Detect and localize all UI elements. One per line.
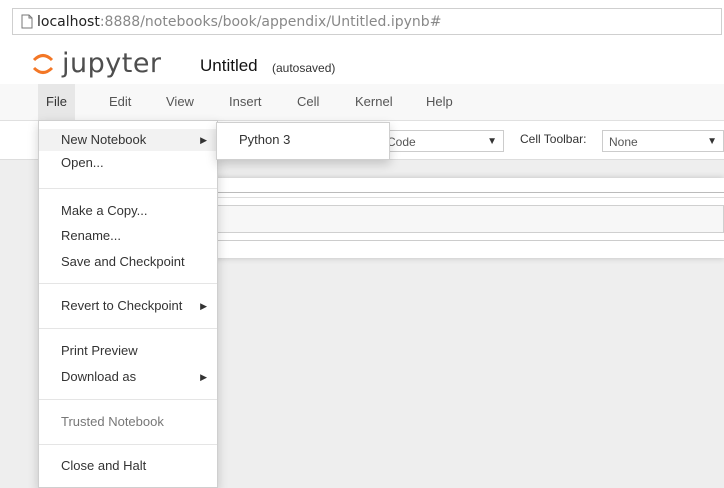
cell-toolbar-label: Cell Toolbar: bbox=[520, 132, 587, 146]
menubar: File Edit View Insert Cell Kernel Help bbox=[0, 84, 724, 121]
caret-down-icon: ▼ bbox=[707, 136, 717, 147]
browser-address-bar: localhost:8888/notebooks/book/appendix/U… bbox=[0, 0, 724, 44]
menu-item-close-halt[interactable]: Close and Halt bbox=[39, 455, 217, 477]
menu-item-label: New Notebook bbox=[61, 132, 147, 147]
menu-item-save-checkpoint[interactable]: Save and Checkpoint bbox=[39, 251, 217, 273]
menu-item-label: Print Preview bbox=[61, 343, 138, 358]
menu-item-label: Make a Copy... bbox=[61, 203, 148, 218]
jupyter-logo[interactable]: jupyter bbox=[32, 48, 162, 79]
menu-edit[interactable]: Edit bbox=[101, 84, 139, 120]
menu-item-print-preview[interactable]: Print Preview bbox=[39, 340, 217, 362]
submenu-item-label: Python 3 bbox=[239, 132, 291, 147]
menu-item-open[interactable]: Open... bbox=[39, 152, 217, 174]
chevron-right-icon: ▶ bbox=[200, 301, 207, 311]
menu-item-label: Revert to Checkpoint bbox=[61, 298, 183, 313]
menu-insert[interactable]: Insert bbox=[221, 84, 270, 120]
submenu-item-python3[interactable]: Python 3 bbox=[217, 129, 389, 151]
menu-item-new-notebook[interactable]: New Notebook ▶ bbox=[39, 129, 217, 151]
divider bbox=[200, 240, 724, 241]
menu-file[interactable]: File bbox=[38, 84, 75, 120]
menu-item-label: Download as bbox=[61, 369, 137, 384]
menu-kernel[interactable]: Kernel bbox=[347, 84, 401, 120]
url-field[interactable]: localhost:8888/notebooks/book/appendix/U… bbox=[12, 8, 722, 35]
new-notebook-submenu: Python 3 bbox=[216, 122, 390, 160]
jupyter-logo-icon bbox=[32, 53, 54, 74]
menu-item-download-as[interactable]: Download as ▶ bbox=[39, 366, 217, 388]
cell-type-select[interactable]: Code ▼ bbox=[380, 130, 504, 152]
code-cell[interactable] bbox=[200, 205, 724, 233]
autosave-status: (autosaved) bbox=[272, 61, 336, 75]
chevron-right-icon: ▶ bbox=[200, 135, 207, 145]
menu-divider bbox=[39, 188, 217, 189]
menu-help[interactable]: Help bbox=[418, 84, 461, 120]
notebook-title[interactable]: Untitled bbox=[200, 56, 258, 76]
cell-type-value: Code bbox=[387, 135, 416, 149]
menu-divider bbox=[39, 283, 217, 284]
logo-text: jupyter bbox=[62, 48, 162, 79]
url-text: localhost:8888/notebooks/book/appendix/U… bbox=[37, 13, 442, 30]
menu-item-label: Open... bbox=[61, 155, 104, 170]
menu-item-label: Trusted Notebook bbox=[61, 414, 164, 429]
menu-item-label: Rename... bbox=[61, 228, 121, 243]
cell-toolbar-value: None bbox=[609, 135, 638, 149]
menu-item-label: Close and Halt bbox=[61, 458, 147, 473]
menu-item-label: Save and Checkpoint bbox=[61, 254, 185, 269]
menu-view[interactable]: View bbox=[158, 84, 202, 120]
menu-item-trusted-notebook: Trusted Notebook bbox=[39, 411, 217, 433]
page-icon bbox=[17, 14, 37, 29]
menu-item-revert-checkpoint[interactable]: Revert to Checkpoint ▶ bbox=[39, 295, 217, 317]
menu-divider bbox=[39, 444, 217, 445]
cell-toolbar-select[interactable]: None ▼ bbox=[602, 130, 724, 152]
caret-down-icon: ▼ bbox=[487, 136, 497, 147]
file-menu-dropdown: New Notebook ▶ Open... Make a Copy... Re… bbox=[38, 120, 218, 488]
menu-divider bbox=[39, 328, 217, 329]
notebook-header: jupyter Untitled (autosaved) bbox=[0, 44, 724, 84]
menu-cell[interactable]: Cell bbox=[289, 84, 327, 120]
divider bbox=[200, 192, 724, 198]
menu-item-make-copy[interactable]: Make a Copy... bbox=[39, 200, 217, 222]
chevron-right-icon: ▶ bbox=[200, 372, 207, 382]
menu-divider bbox=[39, 399, 217, 400]
menu-item-rename[interactable]: Rename... bbox=[39, 225, 217, 247]
